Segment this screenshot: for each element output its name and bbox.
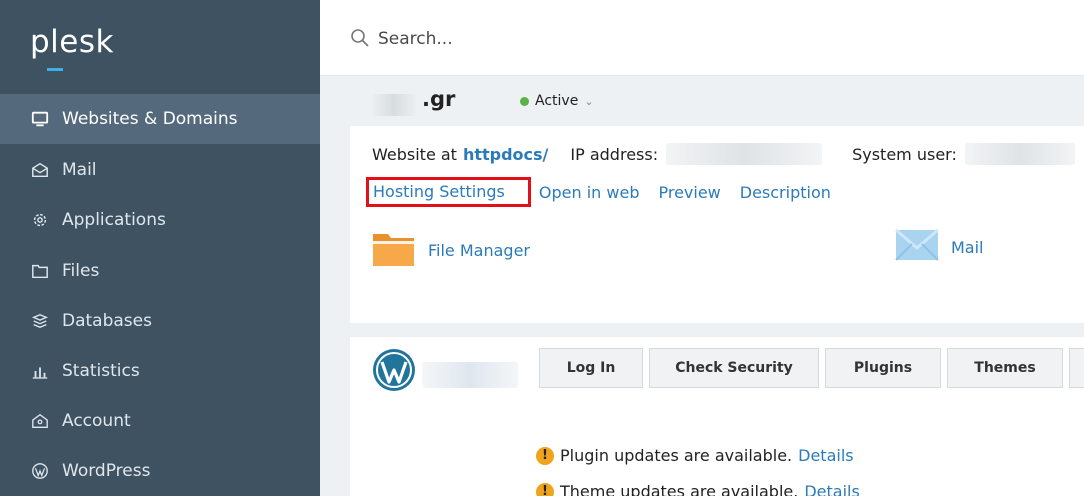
file-manager-label: File Manager [428, 240, 530, 260]
sidebar-item-label: Account [62, 411, 131, 431]
redacted-ip-address [666, 143, 823, 165]
check-security-button[interactable]: Check Security [649, 348, 819, 388]
status-dot-icon [520, 96, 529, 106]
redacted-site-name [422, 362, 518, 388]
warning-icon: ! [536, 446, 554, 465]
redacted-domain-name [372, 94, 416, 116]
domain-name[interactable]: .gr [422, 87, 455, 111]
more-button[interactable] [1069, 348, 1084, 388]
plugin-updates-notice: ! Plugin updates are available. Details [536, 446, 854, 465]
domain-card: Website at httpdocs/ IP address: System … [350, 126, 1084, 496]
sidebar-item-files[interactable]: Files [0, 246, 320, 296]
sidebar-item-wordpress[interactable]: WordPress [0, 446, 320, 496]
redacted-system-user [964, 143, 1075, 165]
logo-underline [47, 68, 63, 71]
log-in-button[interactable]: Log In [539, 348, 643, 388]
section-divider [350, 323, 1084, 337]
wordpress-icon [30, 461, 50, 481]
account-icon [30, 411, 50, 431]
warning-icon: ! [536, 482, 554, 496]
monitor-icon [30, 109, 50, 129]
status-dropdown[interactable]: Active ⌄ [520, 93, 594, 109]
website-info-line: Website at httpdocs/ IP address: System … [372, 143, 1075, 165]
chevron-down-icon: ⌄ [584, 94, 594, 108]
plesk-app: plesk Websites & Domains Mail Applicatio… [0, 0, 1084, 496]
domain-header: .gr Active ⌄ [350, 76, 1084, 126]
description-link[interactable]: Description [740, 183, 831, 202]
envelope-icon [30, 160, 50, 180]
sidebar-item-websites-domains[interactable]: Websites & Domains [0, 94, 320, 144]
notice-text: Plugin updates are available. [560, 446, 793, 465]
sidebar-item-label: Websites & Domains [62, 109, 238, 129]
search-icon [350, 28, 370, 48]
gear-icon [30, 210, 50, 230]
sidebar-item-label: Databases [62, 311, 152, 331]
file-manager-tool[interactable]: File Manager [372, 228, 530, 272]
sidebar: plesk Websites & Domains Mail Applicatio… [0, 0, 320, 496]
domain-links-row: Hosting Settings Open in web Preview Des… [366, 177, 850, 207]
preview-link[interactable]: Preview [658, 183, 720, 202]
theme-updates-notice: ! Theme updates are available. Details [536, 482, 860, 496]
sidebar-item-label: Applications [62, 210, 166, 230]
folder-icon [30, 261, 50, 281]
sidebar-item-label: Mail [62, 160, 97, 180]
wordpress-actions: Log In Check Security Plugins Themes [539, 348, 1084, 388]
mail-tool[interactable]: Mail [895, 228, 984, 266]
bar-chart-icon [30, 361, 50, 381]
status-label: Active [535, 93, 579, 109]
plugins-button[interactable]: Plugins [825, 348, 941, 388]
envelope-icon [895, 228, 939, 266]
sidebar-item-label: Statistics [62, 361, 140, 381]
docroot-link[interactable]: httpdocs/ [463, 145, 548, 164]
system-user-label: System user: [852, 144, 957, 164]
plesk-logo[interactable]: plesk [30, 24, 114, 60]
wordpress-icon [372, 348, 416, 392]
mail-label: Mail [951, 237, 984, 257]
ip-address-label: IP address: [570, 144, 659, 164]
themes-button[interactable]: Themes [947, 348, 1063, 388]
sidebar-item-label: Files [62, 261, 100, 281]
details-link[interactable]: Details [798, 446, 853, 465]
sidebar-item-statistics[interactable]: Statistics [0, 346, 320, 396]
folder-icon [372, 228, 416, 272]
main-content: .gr Active ⌄ Website at httpdocs/ IP add… [320, 76, 1084, 496]
sidebar-item-databases[interactable]: Databases [0, 296, 320, 346]
hosting-settings-link[interactable]: Hosting Settings [373, 182, 505, 201]
sidebar-item-mail[interactable]: Mail [0, 145, 320, 195]
hosting-settings-highlight: Hosting Settings [366, 177, 531, 207]
open-in-web-link[interactable]: Open in web [539, 183, 640, 202]
website-at-label: Website at [372, 144, 457, 164]
search-bar [320, 0, 1084, 76]
sidebar-item-label: WordPress [62, 461, 151, 481]
search-input[interactable] [378, 22, 978, 56]
database-icon [30, 311, 50, 331]
details-link[interactable]: Details [804, 482, 859, 496]
sidebar-item-applications[interactable]: Applications [0, 195, 320, 245]
sidebar-item-account[interactable]: Account [0, 396, 320, 446]
notice-text: Theme updates are available. [560, 482, 799, 496]
